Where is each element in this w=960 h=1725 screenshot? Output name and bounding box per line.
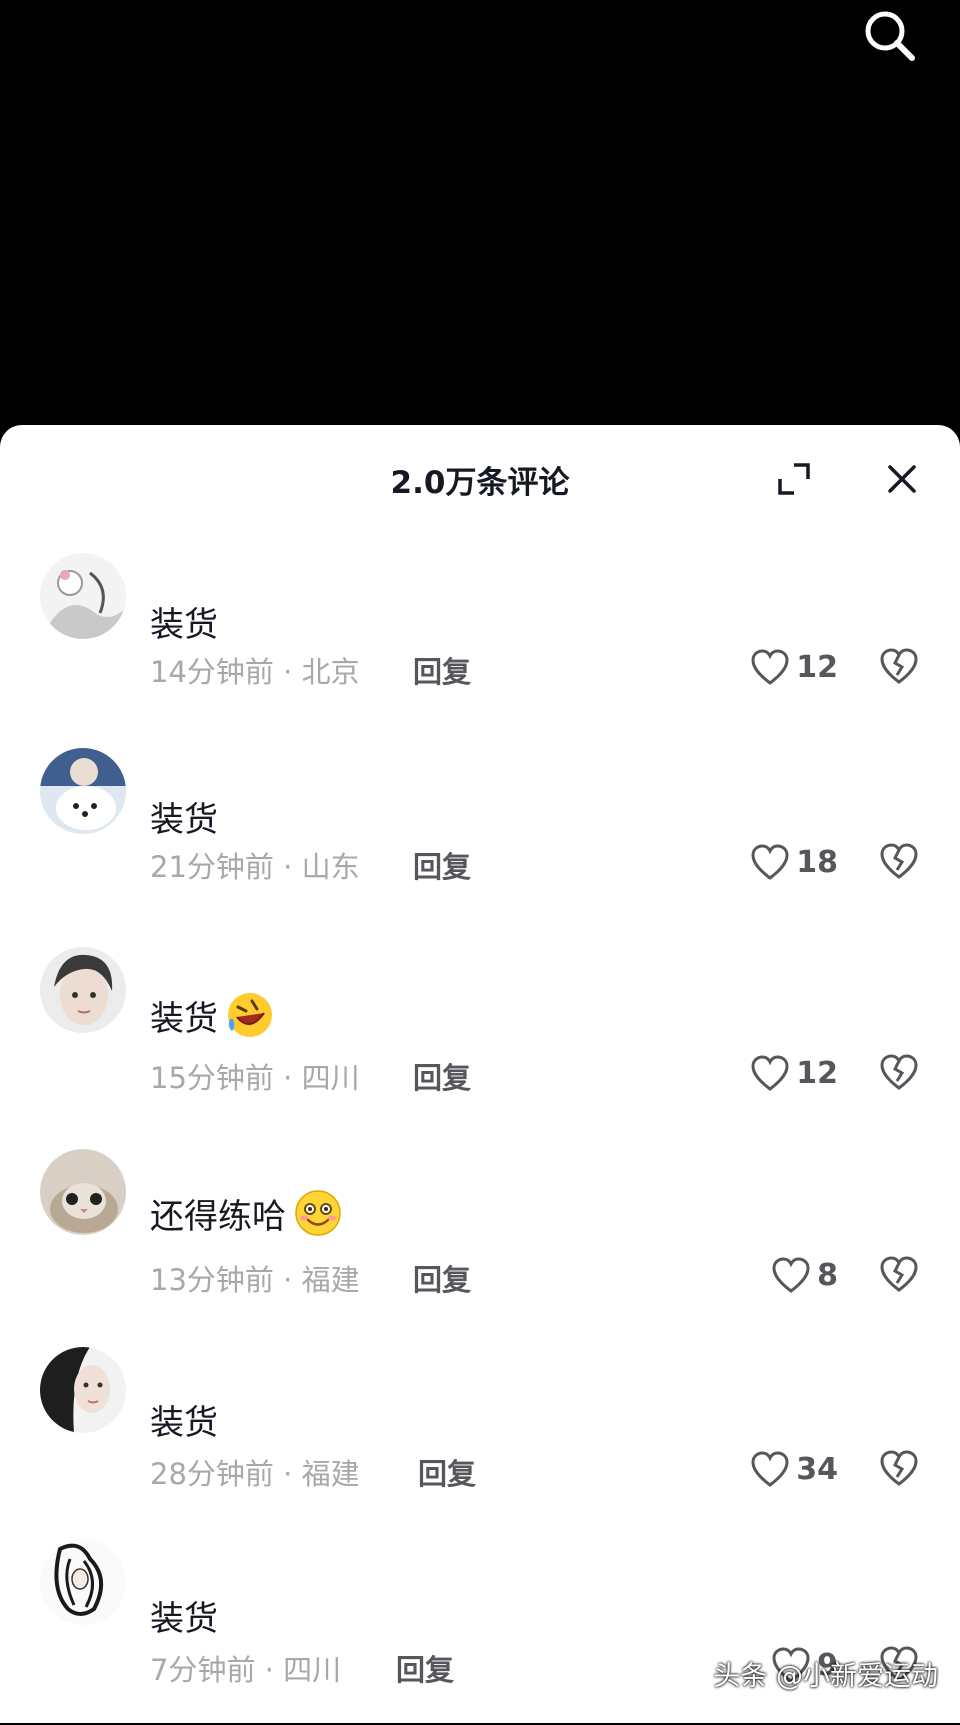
reply-button[interactable]: 回复 xyxy=(413,1055,471,1097)
dislike-button[interactable] xyxy=(878,645,920,687)
comment-location: 四川 xyxy=(301,1061,360,1095)
comment-count-title: 2.0万条评论 xyxy=(390,465,570,501)
comment-time: 28分钟前 xyxy=(150,1457,274,1491)
avatar-image xyxy=(40,748,126,834)
reply-button[interactable]: 回复 xyxy=(413,1257,471,1299)
comments-header: 2.0万条评论 xyxy=(0,425,960,525)
comments-sheet: 2.0万条评论 装货 14分钟前 · 北京 回复 12 装货 21分钟前 · 山… xyxy=(0,425,960,1723)
like-button[interactable]: 34 xyxy=(738,1447,838,1491)
comment-meta: 15分钟前 · 四川 xyxy=(150,1061,360,1095)
comment-location: 福建 xyxy=(301,1263,360,1297)
comment-meta: 13分钟前 · 福建 xyxy=(150,1263,360,1297)
comment-item[interactable]: 装货 14分钟前 · 北京 回复 12 xyxy=(0,553,960,743)
comment-location: 北京 xyxy=(301,655,360,689)
comment-location: 福建 xyxy=(301,1457,360,1491)
broken-heart-icon xyxy=(880,1450,918,1486)
comment-time: 15分钟前 xyxy=(150,1061,274,1095)
avatar[interactable] xyxy=(40,1539,126,1625)
comment-text: 装货 xyxy=(150,1395,218,1444)
reply-button[interactable]: 回复 xyxy=(413,844,471,886)
comment-text: 装货 xyxy=(150,989,276,1041)
broken-heart-icon xyxy=(880,1054,918,1090)
heart-outline-icon xyxy=(751,649,789,685)
comment-body: 装货 xyxy=(150,1403,218,1443)
avatar-image xyxy=(40,1347,126,1433)
close-icon xyxy=(888,465,916,493)
avatar-image xyxy=(40,1149,126,1235)
comment-item[interactable]: 装货 15分钟前 · 四川 回复 12 xyxy=(0,937,960,1127)
comment-item[interactable]: 还得练哈 13分钟前 · 福建 回复 8 xyxy=(0,1139,960,1329)
search-icon xyxy=(865,11,915,61)
video-area[interactable] xyxy=(0,0,960,440)
reply-button[interactable]: 回复 xyxy=(396,1647,454,1689)
comment-time: 13分钟前 xyxy=(150,1263,274,1297)
rofl-emoji xyxy=(224,989,276,1041)
heart-outline-icon xyxy=(751,1055,789,1091)
heart-outline-icon xyxy=(751,844,789,880)
like-button[interactable]: 8 xyxy=(738,1253,838,1297)
comment-meta: 21分钟前 · 山东 xyxy=(150,850,360,884)
like-count: 12 xyxy=(796,649,838,685)
comment-time: 7分钟前 xyxy=(150,1653,256,1687)
comment-text: 还得练哈 xyxy=(150,1187,344,1239)
like-count: 18 xyxy=(796,844,838,880)
like-button[interactable]: 12 xyxy=(738,645,838,689)
heart-outline-icon xyxy=(751,1451,789,1487)
avatar[interactable] xyxy=(40,553,126,639)
avatar[interactable] xyxy=(40,947,126,1033)
avatar[interactable] xyxy=(40,1149,126,1235)
smile-emoji xyxy=(292,1187,344,1239)
reply-button[interactable]: 回复 xyxy=(418,1451,476,1493)
like-count: 8 xyxy=(817,1257,838,1293)
reply-button[interactable]: 回复 xyxy=(413,649,471,691)
avatar-image xyxy=(40,1539,126,1625)
comment-body: 装货 xyxy=(150,1599,218,1639)
comment-body: 装货 xyxy=(150,605,218,645)
like-button[interactable]: 18 xyxy=(738,840,838,884)
broken-heart-icon xyxy=(880,648,918,684)
avatar[interactable] xyxy=(40,748,126,834)
like-button[interactable]: 12 xyxy=(738,1051,838,1095)
avatar-image xyxy=(40,947,126,1033)
dislike-button[interactable] xyxy=(878,1447,920,1489)
avatar-image xyxy=(40,553,126,639)
broken-heart-icon xyxy=(880,1256,918,1292)
comment-time: 21分钟前 xyxy=(150,850,274,884)
broken-heart-icon xyxy=(880,843,918,879)
dislike-button[interactable] xyxy=(878,1253,920,1295)
comment-body: 装货 xyxy=(150,800,218,840)
expand-button[interactable] xyxy=(776,461,812,497)
comment-location: 四川 xyxy=(283,1653,342,1687)
comment-item[interactable]: 装货 7分钟前 · 四川 回复 9 xyxy=(0,1535,960,1725)
like-count: 12 xyxy=(796,1055,838,1091)
comment-item[interactable]: 装货 21分钟前 · 山东 回复 18 xyxy=(0,748,960,938)
close-button[interactable] xyxy=(882,459,922,499)
comment-location: 山东 xyxy=(301,850,360,884)
comment-text: 装货 xyxy=(150,792,218,841)
comment-time: 14分钟前 xyxy=(150,655,274,689)
search-button[interactable] xyxy=(860,6,920,66)
dislike-button[interactable] xyxy=(878,1051,920,1093)
watermark: 头条 @小新爱运动 xyxy=(713,1661,938,1692)
comment-meta: 14分钟前 · 北京 xyxy=(150,655,360,689)
like-count: 34 xyxy=(796,1451,838,1487)
dislike-button[interactable] xyxy=(878,840,920,882)
comment-text: 装货 xyxy=(150,1591,218,1640)
comment-text: 装货 xyxy=(150,597,218,646)
heart-outline-icon xyxy=(772,1257,810,1293)
avatar[interactable] xyxy=(40,1347,126,1433)
comment-body: 装货 xyxy=(150,998,218,1039)
comment-meta: 28分钟前 · 福建 xyxy=(150,1457,360,1491)
comment-meta: 7分钟前 · 四川 xyxy=(150,1653,342,1687)
comment-item[interactable]: 装货 28分钟前 · 福建 回复 34 xyxy=(0,1339,960,1529)
comment-body: 还得练哈 xyxy=(150,1196,286,1237)
expand-icon xyxy=(778,463,810,495)
